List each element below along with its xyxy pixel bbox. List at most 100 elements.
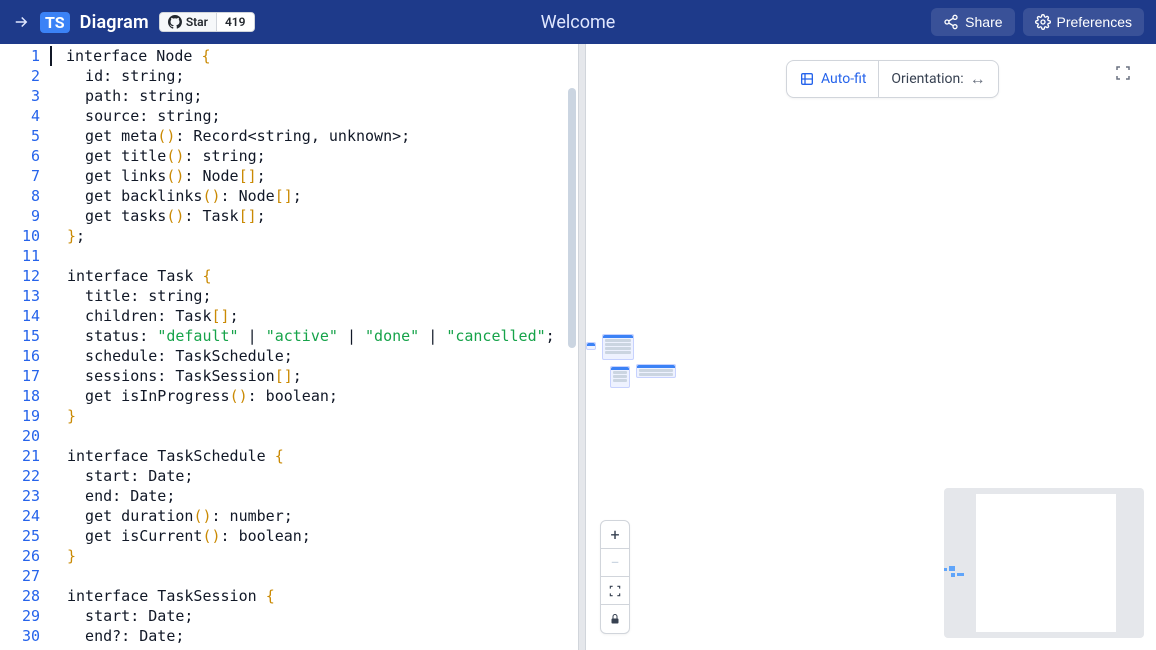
code-content[interactable]: } bbox=[50, 406, 76, 426]
code-line[interactable]: 25 get isCurrent(): boolean; bbox=[0, 526, 578, 546]
code-line[interactable]: 17 sessions: TaskSession[]; bbox=[0, 366, 578, 386]
zoom-lock-button[interactable] bbox=[601, 605, 629, 633]
minimap[interactable] bbox=[944, 488, 1144, 638]
code-content[interactable]: status: "default" | "active" | "done" | … bbox=[50, 326, 555, 346]
code-content[interactable]: get links(): Node[]; bbox=[50, 166, 266, 186]
code-line[interactable]: 10}; bbox=[0, 226, 578, 246]
line-number: 23 bbox=[0, 486, 50, 506]
code-content[interactable]: }; bbox=[50, 226, 85, 246]
autofit-button[interactable]: Auto-fit bbox=[787, 61, 879, 97]
code-line[interactable]: 23 end: Date; bbox=[0, 486, 578, 506]
zoom-in-button[interactable]: + bbox=[601, 521, 629, 549]
document-title: Welcome bbox=[541, 12, 616, 33]
code-content[interactable] bbox=[50, 426, 67, 446]
code-line[interactable]: 15 status: "default" | "active" | "done"… bbox=[0, 326, 578, 346]
code-content[interactable]: } bbox=[50, 546, 76, 566]
code-content[interactable]: children: Task[]; bbox=[50, 306, 239, 326]
code-content[interactable] bbox=[50, 566, 67, 586]
code-line[interactable]: 26} bbox=[0, 546, 578, 566]
code-line[interactable]: 3 path: string; bbox=[0, 86, 578, 106]
fit-icon bbox=[608, 584, 622, 598]
diagram-canvas[interactable]: Auto-fit Orientation: ↔ + − bbox=[586, 44, 1156, 650]
code-line[interactable]: 6 get title(): string; bbox=[0, 146, 578, 166]
code-content[interactable]: get isCurrent(): boolean; bbox=[50, 526, 311, 546]
fullscreen-button[interactable] bbox=[1110, 60, 1136, 86]
code-line[interactable]: 1interface Node { bbox=[0, 46, 578, 66]
code-line[interactable]: 8 get backlinks(): Node[]; bbox=[0, 186, 578, 206]
diagram-node[interactable] bbox=[610, 366, 630, 388]
code-line[interactable]: 24 get duration(): number; bbox=[0, 506, 578, 526]
code-content[interactable]: get duration(): number; bbox=[50, 506, 293, 526]
code-content[interactable]: id: string; bbox=[50, 66, 184, 86]
code-lines[interactable]: 1interface Node {2 id: string;3 path: st… bbox=[0, 44, 578, 646]
code-content[interactable] bbox=[50, 246, 67, 266]
split-divider[interactable] bbox=[578, 44, 586, 650]
code-line[interactable]: 16 schedule: TaskSchedule; bbox=[0, 346, 578, 366]
code-content[interactable]: path: string; bbox=[50, 86, 202, 106]
code-line[interactable]: 12interface Task { bbox=[0, 266, 578, 286]
code-content[interactable]: interface TaskSchedule { bbox=[50, 446, 284, 466]
editor-scrollbar[interactable] bbox=[568, 88, 576, 348]
code-content[interactable]: source: string; bbox=[50, 106, 221, 126]
code-line[interactable]: 21interface TaskSchedule { bbox=[0, 446, 578, 466]
zoom-fit-button[interactable] bbox=[601, 577, 629, 605]
code-line[interactable]: 19} bbox=[0, 406, 578, 426]
code-line[interactable]: 9 get tasks(): Task[]; bbox=[0, 206, 578, 226]
github-star-widget[interactable]: Star 419 bbox=[159, 12, 255, 32]
diagram-node[interactable] bbox=[586, 342, 596, 350]
code-line[interactable]: 22 start: Date; bbox=[0, 466, 578, 486]
lock-icon bbox=[609, 613, 621, 625]
code-line[interactable]: 27 bbox=[0, 566, 578, 586]
code-editor[interactable]: 1interface Node {2 id: string;3 path: st… bbox=[0, 44, 578, 650]
code-content[interactable]: title: string; bbox=[50, 286, 212, 306]
preferences-button[interactable]: Preferences bbox=[1023, 8, 1144, 36]
code-content[interactable]: interface TaskSession { bbox=[50, 586, 275, 606]
code-line[interactable]: 20 bbox=[0, 426, 578, 446]
line-number: 11 bbox=[0, 246, 50, 266]
code-line[interactable]: 5 get meta(): Record<string, unknown>; bbox=[0, 126, 578, 146]
code-content[interactable]: end: Date; bbox=[50, 486, 175, 506]
line-number: 24 bbox=[0, 506, 50, 526]
line-number: 17 bbox=[0, 366, 50, 386]
code-content[interactable]: get title(): string; bbox=[50, 146, 266, 166]
code-content[interactable]: get isInProgress(): boolean; bbox=[50, 386, 338, 406]
code-content[interactable]: schedule: TaskSchedule; bbox=[50, 346, 293, 366]
code-content[interactable]: sessions: TaskSession[]; bbox=[50, 366, 302, 386]
code-line[interactable]: 29 start: Date; bbox=[0, 606, 578, 626]
share-button[interactable]: Share bbox=[931, 8, 1014, 36]
code-line[interactable]: 7 get links(): Node[]; bbox=[0, 166, 578, 186]
code-line[interactable]: 28interface TaskSession { bbox=[0, 586, 578, 606]
code-line[interactable]: 30 end?: Date; bbox=[0, 626, 578, 646]
menu-arrow-icon[interactable] bbox=[12, 13, 30, 31]
code-line[interactable]: 13 title: string; bbox=[0, 286, 578, 306]
code-content[interactable]: get meta(): Record<string, unknown>; bbox=[50, 126, 410, 146]
code-line[interactable]: 11 bbox=[0, 246, 578, 266]
header-right: Share Preferences bbox=[931, 8, 1144, 36]
code-content[interactable]: start: Date; bbox=[50, 466, 193, 486]
code-line[interactable]: 14 children: Task[]; bbox=[0, 306, 578, 326]
code-content[interactable]: end?: Date; bbox=[50, 626, 184, 646]
diagram-node[interactable] bbox=[602, 334, 634, 360]
code-line[interactable]: 4 source: string; bbox=[0, 106, 578, 126]
code-content[interactable]: interface Node { bbox=[50, 46, 211, 66]
code-content[interactable]: start: Date; bbox=[50, 606, 193, 626]
github-star-count[interactable]: 419 bbox=[217, 13, 254, 31]
code-line[interactable]: 2 id: string; bbox=[0, 66, 578, 86]
github-icon bbox=[168, 15, 182, 29]
line-number: 12 bbox=[0, 266, 50, 286]
github-star-button[interactable]: Star bbox=[160, 13, 217, 31]
code-line[interactable]: 18 get isInProgress(): boolean; bbox=[0, 386, 578, 406]
minimap-viewport[interactable] bbox=[976, 494, 1116, 632]
code-content[interactable]: interface Task { bbox=[50, 266, 212, 286]
diagram-node[interactable] bbox=[636, 364, 676, 378]
zoom-out-button[interactable]: − bbox=[601, 549, 629, 577]
logo-badge: TS bbox=[40, 12, 70, 33]
line-number: 9 bbox=[0, 206, 50, 226]
line-number: 28 bbox=[0, 586, 50, 606]
code-content[interactable]: get backlinks(): Node[]; bbox=[50, 186, 302, 206]
line-number: 2 bbox=[0, 66, 50, 86]
orientation-button[interactable]: Orientation: ↔ bbox=[879, 61, 997, 97]
code-content[interactable]: get tasks(): Task[]; bbox=[50, 206, 266, 226]
line-number: 13 bbox=[0, 286, 50, 306]
line-number: 29 bbox=[0, 606, 50, 626]
